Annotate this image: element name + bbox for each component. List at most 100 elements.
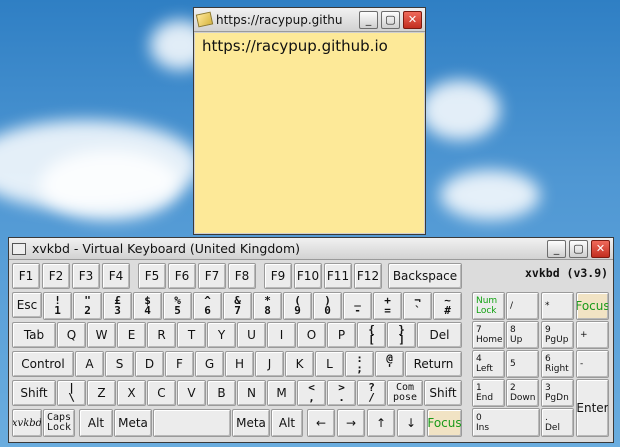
key-q[interactable]: Q bbox=[57, 322, 86, 348]
key-period[interactable]: >. bbox=[327, 380, 356, 406]
key-c[interactable]: C bbox=[147, 380, 176, 406]
key-sub[interactable]: - bbox=[576, 350, 609, 378]
key-n5[interactable]: % 5 bbox=[163, 292, 192, 320]
key-s[interactable]: S bbox=[105, 351, 134, 377]
close-button[interactable]: ✕ bbox=[591, 239, 610, 258]
note-content[interactable]: https://racypup.github.io bbox=[195, 33, 424, 233]
key-k7[interactable]: 7 Home bbox=[472, 321, 505, 349]
key-logo[interactable]: xvkbd bbox=[12, 409, 42, 437]
key-k3[interactable]: 3 PgDn bbox=[541, 379, 574, 407]
key-k9[interactable]: 9 PgUp bbox=[541, 321, 574, 349]
key-i[interactable]: I bbox=[267, 322, 296, 348]
key-f3[interactable]: F3 bbox=[72, 263, 100, 289]
key-tab[interactable]: Tab bbox=[12, 322, 56, 348]
key-n3[interactable]: £3 bbox=[103, 292, 132, 320]
key-g[interactable]: G bbox=[195, 351, 224, 377]
key-d[interactable]: D bbox=[135, 351, 164, 377]
key-del[interactable]: Del bbox=[417, 322, 462, 348]
key-f2[interactable]: F2 bbox=[42, 263, 70, 289]
key-k8[interactable]: 8 Up bbox=[506, 321, 539, 349]
key-f12[interactable]: F12 bbox=[354, 263, 382, 289]
key-h[interactable]: H bbox=[225, 351, 254, 377]
key-f1[interactable]: F1 bbox=[12, 263, 40, 289]
key-right[interactable]: → bbox=[337, 409, 365, 437]
key-backspace[interactable]: Backspace bbox=[388, 263, 462, 289]
key-focus[interactable]: Focus bbox=[427, 409, 462, 437]
key-n9[interactable]: (9 bbox=[283, 292, 312, 320]
key-k5[interactable]: 5 bbox=[506, 350, 539, 378]
key-e[interactable]: E bbox=[117, 322, 146, 348]
key-r[interactable]: R bbox=[147, 322, 176, 348]
key-enter[interactable]: Enter bbox=[576, 379, 609, 437]
maximize-button[interactable]: ▢ bbox=[381, 10, 400, 29]
key-w[interactable]: W bbox=[87, 322, 116, 348]
key-f7[interactable]: F7 bbox=[198, 263, 226, 289]
key-k[interactable]: K bbox=[285, 351, 314, 377]
key-x[interactable]: X bbox=[117, 380, 146, 406]
key-v[interactable]: V bbox=[177, 380, 206, 406]
key-grave[interactable]: ¬ ` bbox=[403, 292, 432, 320]
key-n8[interactable]: * 8 bbox=[253, 292, 282, 320]
key-up[interactable]: ↑ bbox=[367, 409, 395, 437]
key-altl[interactable]: Alt bbox=[79, 409, 113, 437]
note-titlebar[interactable]: https://racypup.githu _ ▢ ✕ bbox=[194, 8, 425, 32]
key-metar[interactable]: Meta bbox=[232, 409, 270, 437]
key-n6[interactable]: ^ 6 bbox=[193, 292, 222, 320]
key-rbracket[interactable]: }] bbox=[387, 322, 416, 348]
maximize-button[interactable]: ▢ bbox=[569, 239, 588, 258]
key-k6[interactable]: 6 Right bbox=[541, 350, 574, 378]
key-mul[interactable]: * bbox=[541, 292, 574, 320]
key-k2[interactable]: 2 Down bbox=[506, 379, 539, 407]
key-minus[interactable]: _ - bbox=[343, 292, 372, 320]
key-n4[interactable]: $4 bbox=[133, 292, 162, 320]
key-f[interactable]: F bbox=[165, 351, 194, 377]
key-apostrophe[interactable]: @ ' bbox=[375, 351, 404, 377]
close-button[interactable]: ✕ bbox=[403, 10, 422, 29]
key-o[interactable]: O bbox=[297, 322, 326, 348]
key-hash[interactable]: ~ # bbox=[433, 292, 462, 320]
key-equal[interactable]: + = bbox=[373, 292, 402, 320]
key-m[interactable]: M bbox=[267, 380, 296, 406]
key-f10[interactable]: F10 bbox=[294, 263, 322, 289]
keyboard-titlebar[interactable]: xvkbd - Virtual Keyboard (United Kingdom… bbox=[9, 238, 613, 260]
key-backslash[interactable]: | \ bbox=[57, 380, 86, 406]
key-n2[interactable]: " 2 bbox=[73, 292, 102, 320]
key-space[interactable] bbox=[153, 409, 231, 437]
key-u[interactable]: U bbox=[237, 322, 266, 348]
key-esc[interactable]: Esc bbox=[12, 292, 42, 318]
key-comma[interactable]: <, bbox=[297, 380, 326, 406]
key-f6[interactable]: F6 bbox=[168, 263, 196, 289]
key-div[interactable]: / bbox=[506, 292, 539, 320]
key-f11[interactable]: F11 bbox=[324, 263, 352, 289]
key-f9[interactable]: F9 bbox=[264, 263, 292, 289]
key-n7[interactable]: & 7 bbox=[223, 292, 252, 320]
key-k0[interactable]: 0 Ins bbox=[472, 408, 540, 437]
key-k1[interactable]: 1 End bbox=[472, 379, 505, 407]
key-f8[interactable]: F8 bbox=[228, 263, 256, 289]
minimize-button[interactable]: _ bbox=[359, 10, 378, 29]
key-control[interactable]: Control bbox=[12, 351, 74, 377]
key-focus[interactable]: Focus bbox=[576, 292, 609, 320]
key-return[interactable]: Return bbox=[405, 351, 462, 377]
key-altr[interactable]: Alt bbox=[271, 409, 303, 437]
key-b[interactable]: B bbox=[207, 380, 236, 406]
key-j[interactable]: J bbox=[255, 351, 284, 377]
key-k4[interactable]: 4 Left bbox=[472, 350, 505, 378]
key-down[interactable]: ↓ bbox=[397, 409, 425, 437]
key-lbracket[interactable]: {[ bbox=[357, 322, 386, 348]
key-left[interactable]: ← bbox=[307, 409, 335, 437]
key-t[interactable]: T bbox=[177, 322, 206, 348]
key-dot[interactable]: . Del bbox=[541, 408, 574, 437]
key-semicolon[interactable]: :; bbox=[345, 351, 374, 377]
key-f5[interactable]: F5 bbox=[138, 263, 166, 289]
key-n0[interactable]: ) 0 bbox=[313, 292, 342, 320]
key-plus[interactable]: + bbox=[576, 321, 609, 349]
key-a[interactable]: A bbox=[75, 351, 104, 377]
minimize-button[interactable]: _ bbox=[547, 239, 566, 258]
key-capslock[interactable]: Caps Lock bbox=[43, 409, 75, 437]
key-metal[interactable]: Meta bbox=[114, 409, 152, 437]
key-shiftl[interactable]: Shift bbox=[12, 380, 56, 406]
key-n1[interactable]: ! 1 bbox=[43, 292, 72, 320]
key-f4[interactable]: F4 bbox=[102, 263, 130, 289]
key-shiftr[interactable]: Shift bbox=[424, 380, 462, 406]
